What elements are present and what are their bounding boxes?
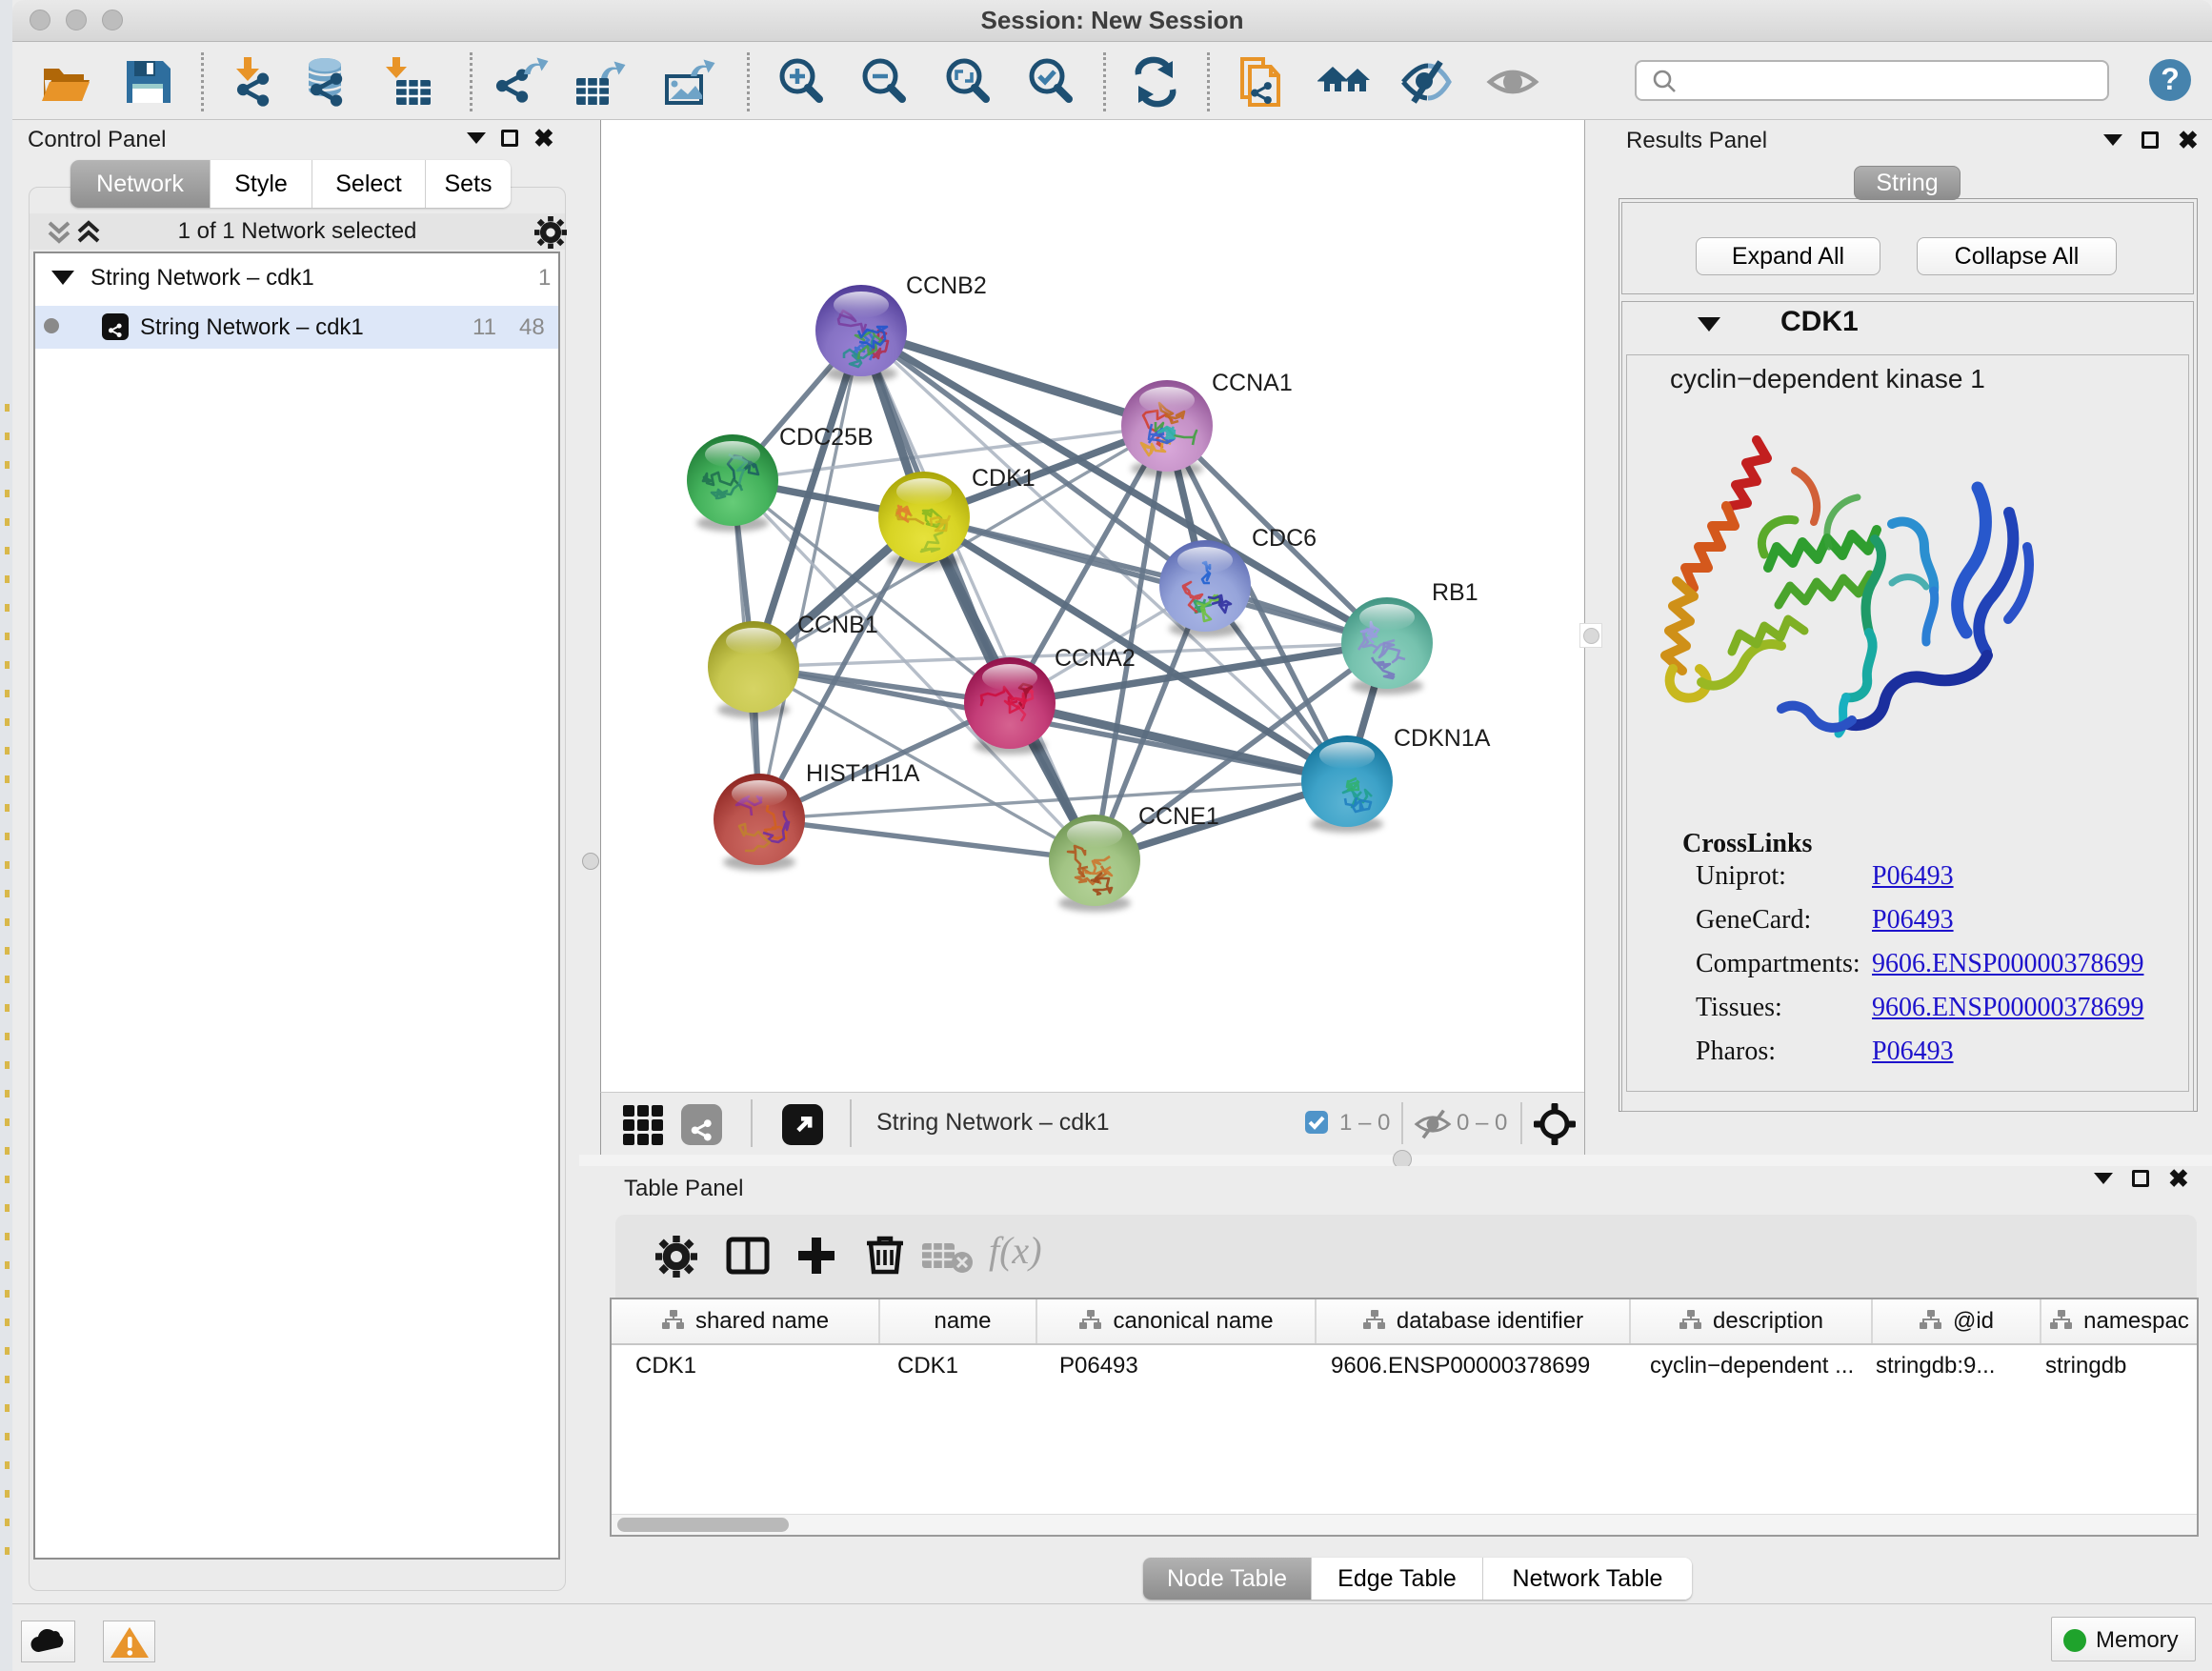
svg-text:?: ? (2161, 62, 2180, 96)
svg-text:CCNA1: CCNA1 (1212, 370, 1293, 396)
svg-text:CCNB1: CCNB1 (797, 612, 878, 638)
svg-text:CDC6: CDC6 (1252, 525, 1317, 552)
svg-text:RB1: RB1 (1432, 579, 1478, 606)
svg-text:CCNE1: CCNE1 (1138, 803, 1219, 830)
svg-text:CDK1: CDK1 (972, 465, 1036, 492)
svg-text:HIST1H1A: HIST1H1A (806, 760, 920, 787)
svg-text:CCNA2: CCNA2 (1055, 645, 1136, 672)
svg-text:CCNB2: CCNB2 (906, 272, 987, 299)
svg-text:CDC25B: CDC25B (779, 424, 874, 451)
svg-text:CDKN1A: CDKN1A (1394, 725, 1491, 752)
